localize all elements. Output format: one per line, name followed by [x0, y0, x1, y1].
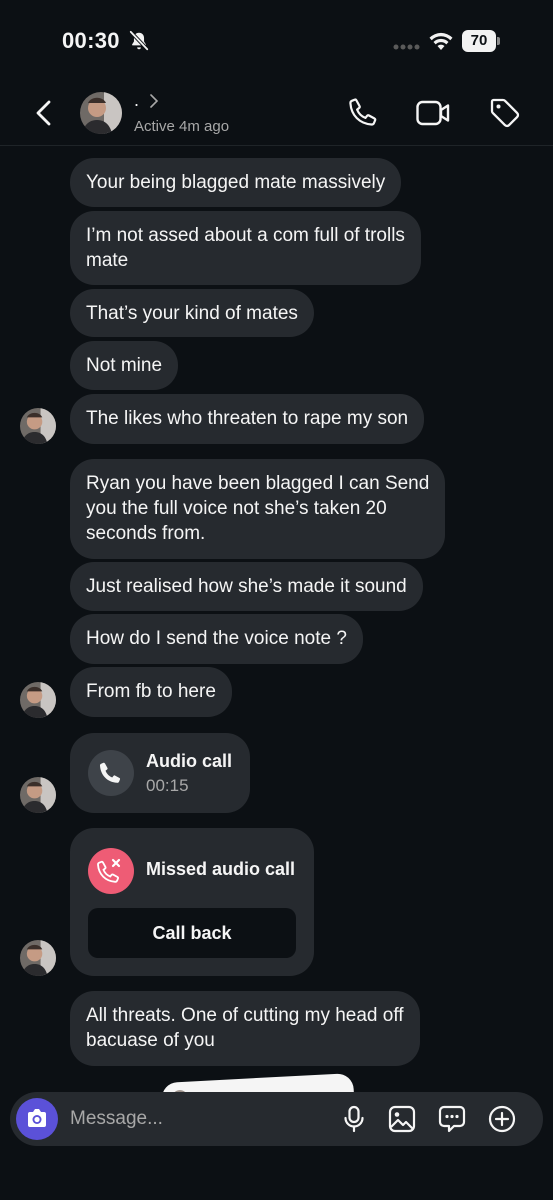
sender-avatar[interactable]	[20, 777, 56, 813]
back-chevron-icon[interactable]	[30, 98, 60, 128]
message-bubble[interactable]: How do I send the voice note ?	[70, 614, 363, 664]
message-bubble[interactable]: That’s your kind of mates	[70, 289, 314, 337]
message-composer	[10, 1092, 543, 1146]
wifi-icon	[429, 32, 453, 50]
battery-indicator: 70	[462, 30, 500, 52]
phone-call-icon	[88, 750, 134, 796]
phone-icon[interactable]	[346, 97, 378, 129]
chat-header: . Active 4m ago	[0, 84, 553, 146]
contact-avatar[interactable]	[80, 92, 122, 134]
call-back-button[interactable]: Call back	[88, 908, 296, 958]
camera-icon	[28, 1109, 46, 1127]
microphone-icon[interactable]	[340, 1105, 368, 1133]
plus-circle-icon[interactable]	[488, 1105, 516, 1133]
cell-signal-icon	[393, 44, 420, 50]
chevron-right-icon[interactable]	[148, 94, 160, 108]
sender-avatar[interactable]	[20, 408, 56, 444]
call-title: Audio call	[146, 751, 233, 771]
call-duration: 00:15	[146, 776, 189, 795]
sticker-chat-icon[interactable]	[438, 1105, 466, 1133]
message-bubble[interactable]: All threats. One of cutting my head off …	[70, 991, 420, 1066]
message-bubble[interactable]: Your being blagged mate massively	[70, 158, 402, 207]
active-status: Active 4m ago	[134, 118, 230, 135]
sender-avatar[interactable]	[20, 682, 56, 718]
call-title: Missed audio call	[146, 859, 296, 879]
message-bubble[interactable]: Not mine	[70, 341, 179, 390]
audio-call-card[interactable]: Audio call 00:15	[70, 733, 250, 813]
battery-level: 70	[470, 32, 488, 49]
tag-icon[interactable]	[488, 96, 522, 130]
gallery-icon[interactable]	[388, 1105, 416, 1133]
bell-muted-icon	[129, 30, 149, 51]
message-input[interactable]	[70, 1092, 330, 1146]
contact-name[interactable]: .	[134, 90, 139, 111]
missed-call-icon	[88, 848, 134, 894]
message-bubble[interactable]: I’m not assed about a com full of trolls…	[70, 211, 421, 285]
camera-button[interactable]	[16, 1098, 58, 1140]
sender-avatar[interactable]	[20, 940, 56, 976]
message-bubble[interactable]: Just realised how she’s made it sound	[70, 562, 423, 611]
video-camera-icon[interactable]	[415, 97, 451, 129]
message-bubble[interactable]: From fb to here	[70, 667, 232, 717]
clock: 00:30	[62, 28, 120, 53]
message-bubble[interactable]: Ryan you have been blagged I can Send yo…	[70, 459, 446, 559]
message-bubble[interactable]: The likes who threaten to rape my son	[70, 394, 425, 444]
status-bar: 00:30 70	[0, 0, 553, 84]
missed-call-card: Missed audio call Call back	[70, 828, 314, 976]
